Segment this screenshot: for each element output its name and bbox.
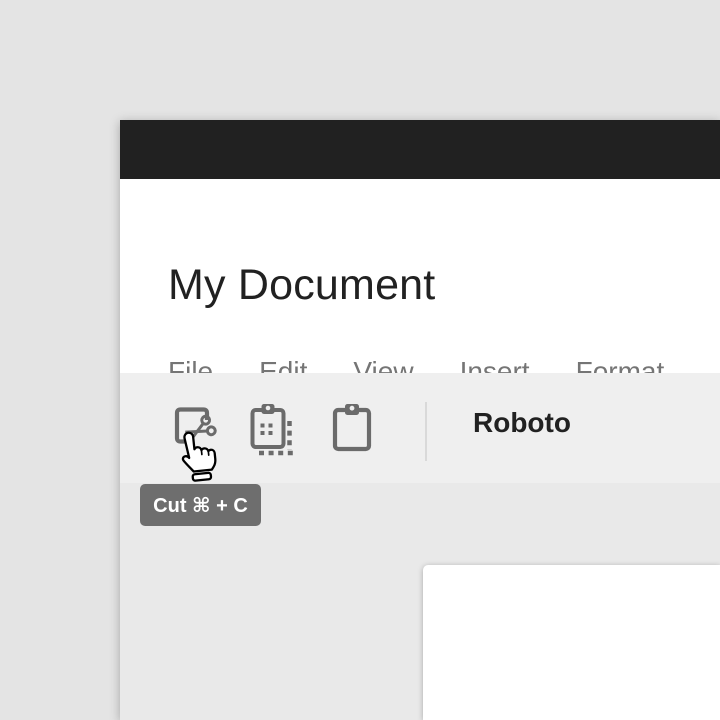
cut-scissors-icon — [177, 410, 217, 446]
document-title: My Document — [168, 261, 435, 309]
clipboard-paste-icon — [335, 404, 369, 449]
app-header-bar — [120, 120, 720, 179]
paste-special-button[interactable] — [248, 400, 298, 460]
cut-tooltip-label: Cut ⌘ + C — [153, 493, 248, 518]
clipboard-paste-special-icon — [253, 404, 294, 453]
toolbar-divider — [425, 402, 427, 461]
title-panel: My Document File Edit View Insert Format — [120, 179, 720, 373]
cut-button[interactable] — [172, 404, 220, 450]
editor-window: My Document File Edit View Insert Format — [120, 120, 720, 720]
document-page[interactable] — [423, 565, 720, 720]
paste-button[interactable] — [330, 400, 376, 454]
screen: My Document File Edit View Insert Format — [0, 0, 720, 720]
toolbar: Roboto — [120, 373, 720, 483]
cut-tooltip: Cut ⌘ + C — [140, 484, 261, 526]
font-selector[interactable]: Roboto — [473, 406, 571, 440]
